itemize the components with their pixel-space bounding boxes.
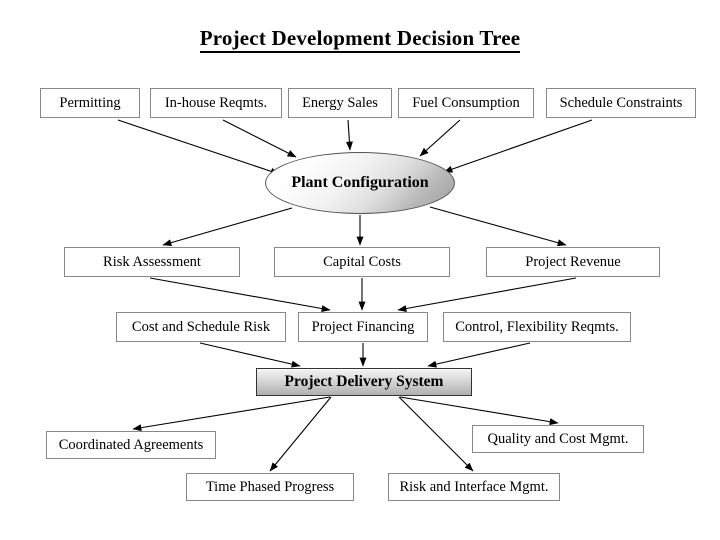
decision-tree-diagram: Project Development Decision Tree Permit… bbox=[0, 0, 720, 540]
node-label: Permitting bbox=[59, 94, 121, 111]
edge-control_flexibility-to-project_delivery_system bbox=[427, 342, 531, 368]
node-label: Project Delivery System bbox=[284, 373, 444, 390]
node-label: Project Revenue bbox=[525, 253, 621, 270]
node-schedule_constraints[interactable]: Schedule Constraints bbox=[546, 88, 696, 118]
page-title-text: Project Development Decision Tree bbox=[199, 26, 521, 53]
node-project_delivery_system[interactable]: Project Delivery System bbox=[256, 368, 472, 396]
node-label: Schedule Constraints bbox=[559, 94, 683, 111]
edge-permitting-to-plant_configuration bbox=[117, 119, 280, 175]
node-label: Coordinated Agreements bbox=[58, 436, 204, 453]
edge-risk_assessment-to-project_financing bbox=[149, 277, 331, 312]
edge-project_delivery_system-to-time_phased_progress bbox=[269, 396, 332, 472]
node-risk_assessment[interactable]: Risk Assessment bbox=[64, 247, 240, 277]
edge-project_delivery_system-to-coordinated_agreements bbox=[132, 396, 331, 432]
edge-cost_schedule_risk-to-project_delivery_system bbox=[199, 342, 301, 368]
node-label: Project Financing bbox=[311, 318, 415, 335]
node-permitting[interactable]: Permitting bbox=[40, 88, 140, 118]
node-label: Risk Assessment bbox=[103, 253, 201, 270]
node-capital_costs[interactable]: Capital Costs bbox=[274, 247, 450, 277]
node-label: Energy Sales bbox=[302, 94, 378, 111]
node-label: Cost and Schedule Risk bbox=[131, 318, 271, 335]
node-label: Control, Flexibility Reqmts. bbox=[455, 318, 619, 335]
node-label: Fuel Consumption bbox=[412, 94, 520, 111]
node-time_phased_progress[interactable]: Time Phased Progress bbox=[186, 473, 354, 501]
edge-fuel_consumption-to-plant_configuration bbox=[419, 119, 461, 157]
node-label: Capital Costs bbox=[323, 253, 401, 270]
edge-project_revenue-to-project_financing bbox=[397, 277, 577, 312]
node-energy_sales[interactable]: Energy Sales bbox=[288, 88, 392, 118]
page-title: Project Development Decision Tree bbox=[0, 26, 720, 53]
edge-project_delivery_system-to-risk_interface_mgmt bbox=[398, 396, 474, 472]
edge-project_delivery_system-to-quality_cost_mgmt bbox=[399, 396, 559, 426]
node-project_revenue[interactable]: Project Revenue bbox=[486, 247, 660, 277]
node-quality_cost_mgmt[interactable]: Quality and Cost Mgmt. bbox=[472, 425, 644, 453]
node-label: Time Phased Progress bbox=[205, 478, 335, 495]
edge-plant_configuration-to-risk_assessment bbox=[162, 207, 293, 247]
node-label: Risk and Interface Mgmt. bbox=[399, 478, 549, 495]
node-plant_configuration[interactable]: Plant Configuration bbox=[265, 152, 455, 214]
edge-plant_configuration-to-project_revenue bbox=[429, 206, 567, 247]
node-in_house_reqmts[interactable]: In-house Reqmts. bbox=[150, 88, 282, 118]
node-label: In-house Reqmts. bbox=[164, 94, 268, 111]
node-project_financing[interactable]: Project Financing bbox=[298, 312, 428, 342]
node-risk_interface_mgmt[interactable]: Risk and Interface Mgmt. bbox=[388, 473, 560, 501]
node-fuel_consumption[interactable]: Fuel Consumption bbox=[398, 88, 534, 118]
node-coordinated_agreements[interactable]: Coordinated Agreements bbox=[46, 431, 216, 459]
node-label: Plant Configuration bbox=[291, 174, 429, 191]
edge-in_house_reqmts-to-plant_configuration bbox=[222, 119, 297, 158]
edge-energy_sales-to-plant_configuration bbox=[345, 119, 353, 151]
node-cost_schedule_risk[interactable]: Cost and Schedule Risk bbox=[116, 312, 286, 342]
node-control_flexibility[interactable]: Control, Flexibility Reqmts. bbox=[443, 312, 631, 342]
node-label: Quality and Cost Mgmt. bbox=[487, 430, 629, 447]
edge-schedule_constraints-to-plant_configuration bbox=[443, 119, 593, 173]
